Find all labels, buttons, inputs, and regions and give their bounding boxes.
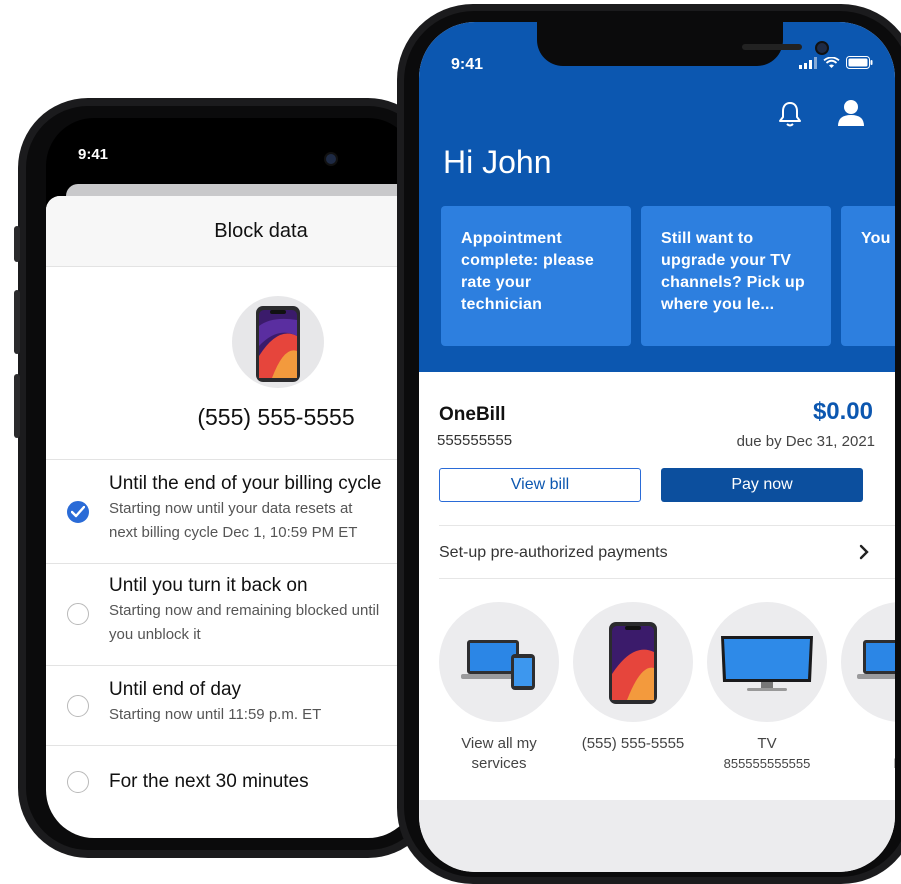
status-icons <box>799 56 873 69</box>
service-internet[interactable] <box>841 602 895 722</box>
bill-name: OneBill <box>439 404 506 425</box>
checkmark-icon <box>71 506 85 518</box>
option-billing-cycle[interactable]: Until the end of your billing cycle Star… <box>46 459 416 563</box>
smartphone-icon <box>256 306 300 382</box>
service-label: (555) 555-5555 <box>563 734 703 754</box>
radio-unselected[interactable] <box>67 771 89 793</box>
front-phone-screen: 9:41 Hi John Appointment complete: pleas… <box>419 22 895 872</box>
bill-amount: $0.00 <box>812 398 873 425</box>
battery-icon <box>846 56 873 69</box>
greeting-heading: Hi John <box>443 144 552 180</box>
option-title: Until you turn it back on <box>109 575 308 596</box>
signal-icon <box>799 56 817 69</box>
devices-icon <box>461 640 535 690</box>
back-phone-screen: 9:41 Block data (555) 555-5555 Until the… <box>46 118 416 838</box>
earpiece-speaker <box>742 44 802 50</box>
option-title: For the next 30 minutes <box>109 771 309 792</box>
bell-icon[interactable] <box>777 100 803 128</box>
option-subtitle-line-2: you unblock it <box>109 626 201 643</box>
divider <box>439 525 895 526</box>
service-label-text: View all my services <box>461 735 537 772</box>
service-label-text: TV <box>757 735 777 752</box>
view-bill-button[interactable]: View bill <box>439 468 641 502</box>
smartphone-icon <box>609 622 657 704</box>
phone-notch <box>537 22 829 66</box>
service-label-text: In <box>831 734 896 754</box>
service-account-number: 855555555555 <box>723 756 811 771</box>
option-subtitle-line-1: Starting now and remaining blocked until <box>109 602 380 619</box>
service-mobile[interactable] <box>573 602 693 722</box>
preauth-payments-link[interactable]: Set-up pre-authorized payments <box>439 544 668 562</box>
card-appointment[interactable]: Appointment complete: please rate your t… <box>441 206 631 346</box>
volume-down-button <box>14 374 20 438</box>
radio-unselected[interactable] <box>67 695 89 717</box>
card-partial[interactable]: You rea <box>841 206 895 346</box>
status-time: 9:41 <box>451 56 484 73</box>
service-account-number: b1 <box>831 754 895 774</box>
front-camera <box>324 152 338 166</box>
option-subtitle-line-2: next billing cycle Dec 1, 10:59 PM ET <box>109 524 358 541</box>
radio-selected[interactable] <box>67 501 89 523</box>
option-end-of-day[interactable]: Until end of day Starting now until 11:5… <box>46 665 416 745</box>
device-phone-number: (555) 555-5555 <box>197 404 355 430</box>
divider <box>439 578 895 579</box>
bill-account-number: 555555555 <box>437 432 513 449</box>
option-until-turned-on[interactable]: Until you turn it back on Starting now a… <box>46 563 416 665</box>
block-data-sheet: Block data (555) 555-5555 Until the end … <box>46 196 416 838</box>
service-all-services[interactable] <box>439 602 559 722</box>
sheet-header: Block data <box>46 196 416 267</box>
volume-up-button <box>14 290 20 354</box>
service-label: View all my services <box>429 734 569 774</box>
radio-unselected[interactable] <box>67 603 89 625</box>
status-time: 9:41 <box>78 146 109 163</box>
service-label: TV 855555555555 <box>697 734 837 774</box>
service-tv[interactable] <box>707 602 827 722</box>
service-label: In b1 <box>831 734 895 774</box>
option-subtitle-line-1: Starting now until 11:59 p.m. ET <box>109 706 322 723</box>
back-phone: 9:41 Block data (555) 555-5555 Until the… <box>14 98 438 858</box>
bill-due-date: due by Dec 31, 2021 <box>736 433 875 450</box>
option-subtitle-line-1: Starting now until your data resets at <box>109 500 353 517</box>
chevron-right-icon[interactable] <box>859 544 869 560</box>
option-title: Until end of day <box>109 679 242 700</box>
service-label-text: (555) 555-5555 <box>581 735 685 752</box>
sheet-title: Block data <box>214 219 308 242</box>
television-icon <box>721 636 813 691</box>
device-avatar <box>232 296 324 388</box>
card-tv-upgrade[interactable]: Still want to upgrade your TV channels? … <box>641 206 831 346</box>
option-next-30-minutes[interactable]: For the next 30 minutes <box>46 745 416 825</box>
laptop-icon <box>857 640 895 679</box>
option-title: Until the end of your billing cycle <box>109 473 382 494</box>
mute-switch <box>14 226 20 262</box>
front-phone: 9:41 Hi John Appointment complete: pleas… <box>397 4 901 884</box>
user-profile-icon[interactable] <box>837 98 865 126</box>
front-camera <box>815 41 829 55</box>
bottom-section <box>419 800 895 872</box>
pay-now-button[interactable]: Pay now <box>661 468 863 502</box>
wifi-icon <box>823 56 840 68</box>
